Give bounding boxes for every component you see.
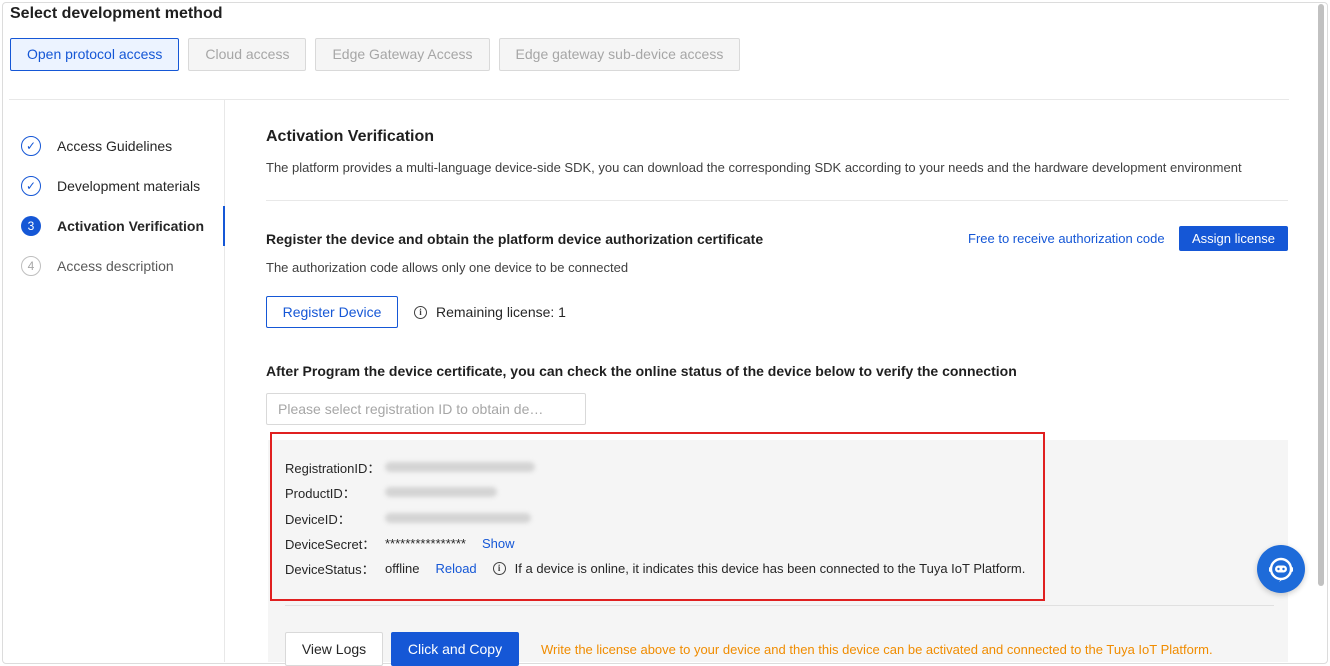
device-secret-row: DeviceSecret： **************** Show xyxy=(285,534,514,552)
register-device-button[interactable]: Register Device xyxy=(266,296,398,328)
step-number-icon: 4 xyxy=(21,256,41,276)
registration-id-select[interactable]: Please select registration ID to obtain … xyxy=(266,393,586,425)
click-and-copy-button[interactable]: Click and Copy xyxy=(391,632,519,666)
device-status-row: DeviceStatus： offline Reload i If a devi… xyxy=(285,559,1025,577)
scrollbar-thumb[interactable] xyxy=(1318,4,1324,586)
status-hint-text: If a device is online, it indicates this… xyxy=(514,560,1026,576)
tab-cloud-access[interactable]: Cloud access xyxy=(188,38,307,71)
remaining-license-text: Remaining license: 1 xyxy=(436,304,566,320)
step-access-description[interactable]: 4 Access description xyxy=(21,246,225,286)
step-label: Access Guidelines xyxy=(57,138,173,154)
license-warning: Write the license above to your device a… xyxy=(541,642,1213,657)
view-logs-button[interactable]: View Logs xyxy=(285,632,383,666)
page-title: Select development method xyxy=(10,5,223,22)
step-number-icon: 3 xyxy=(21,216,41,236)
method-tabs: Open protocol access Cloud access Edge G… xyxy=(10,38,741,71)
info-icon: i xyxy=(414,305,427,319)
section-title: Activation Verification xyxy=(266,128,435,145)
device-status-label: DeviceStatus： xyxy=(285,561,375,577)
verify-title: After Program the device certificate, yo… xyxy=(266,363,1017,379)
device-id-row: DeviceID： xyxy=(285,509,531,527)
panel-divider xyxy=(285,605,1274,606)
device-secret-value: **************** xyxy=(385,535,466,551)
step-access-guidelines[interactable]: ✓ Access Guidelines xyxy=(21,126,225,166)
tab-open-protocol-access[interactable]: Open protocol access xyxy=(10,38,180,71)
check-icon: ✓ xyxy=(21,176,41,196)
device-id-label: DeviceID： xyxy=(285,511,351,527)
remaining-license: i Remaining license: 1 xyxy=(414,304,566,320)
registration-id-value-redacted xyxy=(385,462,535,472)
assign-license-button[interactable]: Assign license xyxy=(1179,226,1288,251)
register-title: Register the device and obtain the platf… xyxy=(266,231,764,247)
check-icon: ✓ xyxy=(21,136,41,156)
step-label: Access description xyxy=(57,258,174,274)
product-id-row: ProductID： xyxy=(285,483,497,501)
authorization-note: The authorization code allows only one d… xyxy=(266,260,629,275)
reload-link[interactable]: Reload xyxy=(435,561,476,576)
section-description: The platform provides a multi-language d… xyxy=(266,160,1242,175)
registration-id-row: RegistrationID： xyxy=(285,458,535,476)
robot-chat-icon xyxy=(1269,557,1293,582)
content-divider xyxy=(266,200,1288,201)
support-chat-button[interactable] xyxy=(1257,545,1305,593)
tab-edge-gateway-sub-device-access[interactable]: Edge gateway sub-device access xyxy=(498,38,741,71)
registration-id-label: RegistrationID： xyxy=(285,460,381,476)
tab-edge-gateway-access[interactable]: Edge Gateway Access xyxy=(315,38,490,71)
info-icon: i xyxy=(492,561,506,575)
steps-sidebar: ✓ Access Guidelines ✓ Development materi… xyxy=(9,100,225,662)
product-id-value-redacted xyxy=(385,487,497,497)
step-label: Activation Verification xyxy=(57,218,205,234)
step-development-materials[interactable]: ✓ Development materials xyxy=(21,166,225,206)
step-activation-verification[interactable]: 3 Activation Verification xyxy=(21,206,225,246)
step-label: Development materials xyxy=(57,178,201,194)
device-secret-label: DeviceSecret： xyxy=(285,536,376,552)
status-hint: i If a device is online, it indicates th… xyxy=(492,560,1026,576)
device-id-value-redacted xyxy=(385,513,531,523)
device-status-value: offline xyxy=(385,560,420,576)
product-id-label: ProductID： xyxy=(285,485,356,501)
vertical-scrollbar[interactable] xyxy=(1316,2,1326,588)
free-authorization-link[interactable]: Free to receive authorization code xyxy=(968,231,1165,246)
show-secret-link[interactable]: Show xyxy=(482,536,515,551)
